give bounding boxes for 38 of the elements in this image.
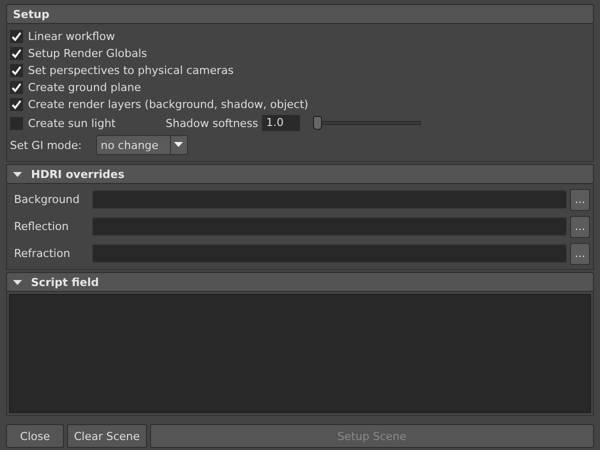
field-label: Background <box>13 193 81 206</box>
text-field[interactable] <box>92 190 567 209</box>
checkbox[interactable] <box>10 47 23 60</box>
checkbox[interactable] <box>10 116 23 130</box>
collapse-triangle-icon[interactable] <box>13 170 22 178</box>
text-field[interactable] <box>92 244 567 263</box>
section-title: Setup <box>13 8 50 20</box>
action-button[interactable]: Clear Scene <box>67 424 147 448</box>
section-header[interactable]: Setup <box>6 4 594 24</box>
checkbox[interactable] <box>10 98 23 111</box>
text-field[interactable] <box>92 217 567 236</box>
checkbox[interactable] <box>10 64 23 77</box>
checkbox-label: Create sun light <box>28 116 116 130</box>
checkbox-label: Create render layers (background, shadow, object) <box>28 98 308 111</box>
checkbox-label: Setup Render Globals <box>28 47 147 60</box>
section-header[interactable]: HDRI overrides <box>6 164 594 184</box>
checkbox-label: Linear workflow <box>28 30 115 43</box>
field-label: Reflection <box>13 220 70 233</box>
checkbox-label: Set perspectives to physical cameras <box>28 64 234 77</box>
section-title: HDRI overrides <box>31 168 124 180</box>
collapse-triangle-icon[interactable] <box>13 278 22 286</box>
checkbox[interactable] <box>10 30 23 43</box>
slider-thumb[interactable] <box>313 116 322 130</box>
action-button[interactable]: Close <box>6 424 64 448</box>
browse-button[interactable]: ... <box>570 188 590 210</box>
dropdown[interactable]: no change <box>96 135 188 155</box>
slider-track[interactable] <box>313 116 422 130</box>
field-label: Set GI mode: <box>10 138 82 152</box>
checkbox-label: Create ground plane <box>28 81 141 94</box>
dropdown-arrow-icon <box>174 142 184 148</box>
browse-button[interactable]: ... <box>570 216 590 238</box>
field-label: Refraction <box>13 247 72 260</box>
field-label: Shadow softness <box>166 116 258 130</box>
browse-button[interactable]: ... <box>570 242 590 264</box>
number-field[interactable]: 1.0 <box>262 115 300 131</box>
checkbox[interactable] <box>10 81 23 94</box>
section-title: Script field <box>31 276 99 288</box>
section-header[interactable]: Script field <box>6 272 594 292</box>
